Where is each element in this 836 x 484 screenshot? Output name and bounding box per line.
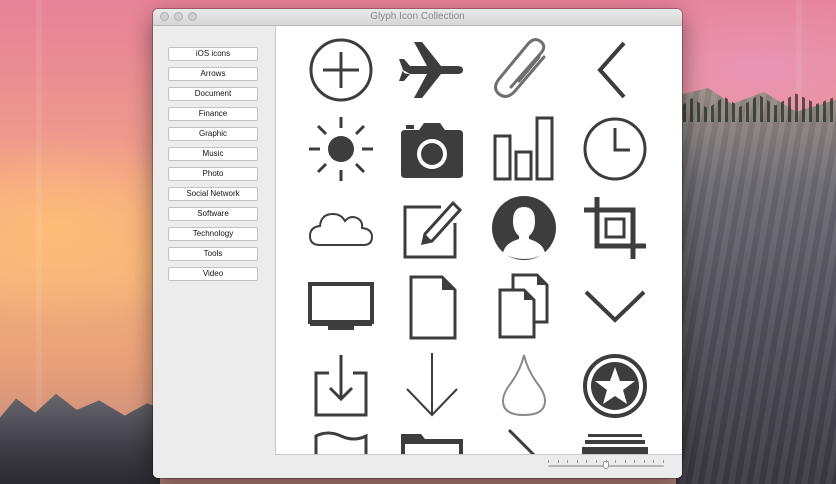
documents-icon[interactable]: [489, 272, 559, 342]
zoom-slider-tick: [567, 460, 568, 463]
window-title: Glyph Icon Collection: [370, 11, 465, 22]
zoom-slider-tick: [548, 460, 549, 463]
download-tray-icon[interactable]: [306, 351, 376, 421]
zoom-slider-tick: [577, 460, 578, 463]
app-window: Glyph Icon Collection iOS icons Arrows D…: [153, 9, 682, 478]
category-social-network-button[interactable]: Social Network: [168, 187, 258, 201]
monitor-icon[interactable]: [306, 272, 376, 342]
mountain-right: [676, 88, 836, 484]
zoom-slider-tick: [615, 460, 616, 463]
line-icon[interactable]: [489, 426, 559, 454]
zoom-slider-tick: [606, 460, 607, 463]
plus-circle-icon[interactable]: [306, 35, 376, 105]
category-video-button[interactable]: Video: [168, 267, 258, 281]
category-technology-button[interactable]: Technology: [168, 227, 258, 241]
category-ios-icons-button[interactable]: iOS icons: [168, 47, 258, 61]
star-badge-icon[interactable]: [580, 351, 650, 421]
category-document-button[interactable]: Document: [168, 87, 258, 101]
zoom-slider[interactable]: [548, 460, 664, 469]
arrow-down-icon[interactable]: [397, 351, 467, 421]
drop-icon[interactable]: [489, 351, 559, 421]
document-icon[interactable]: [397, 272, 467, 342]
crop-icon[interactable]: [580, 193, 650, 263]
user-avatar-icon[interactable]: [489, 193, 559, 263]
category-sidebar: iOS icons Arrows Document Finance Graphi…: [153, 26, 275, 478]
airplane-icon[interactable]: [397, 35, 467, 105]
title-bar[interactable]: Glyph Icon Collection: [153, 9, 682, 26]
stack-icon[interactable]: [580, 426, 650, 454]
zoom-slider-tick: [558, 460, 559, 463]
sun-icon[interactable]: [306, 114, 376, 184]
zoom-slider-tick: [653, 460, 654, 463]
flag-icon[interactable]: [306, 426, 376, 454]
zoom-slider-tick: [625, 460, 626, 463]
cloud-icon[interactable]: [306, 193, 376, 263]
zoom-slider-tick: [634, 460, 635, 463]
category-tools-button[interactable]: Tools: [168, 247, 258, 261]
chevron-down-icon[interactable]: [580, 272, 650, 342]
zoom-slider-tick: [663, 460, 664, 463]
zoom-slider-tick: [586, 460, 587, 463]
paperclip-icon[interactable]: [489, 35, 559, 105]
category-graphic-button[interactable]: Graphic: [168, 127, 258, 141]
category-arrows-button[interactable]: Arrows: [168, 67, 258, 81]
edit-icon[interactable]: [397, 193, 467, 263]
chevron-left-icon[interactable]: [580, 35, 650, 105]
zoom-slider-tick: [596, 460, 597, 463]
camera-icon[interactable]: [397, 114, 467, 184]
icon-grid: [275, 26, 682, 455]
bar-chart-icon[interactable]: [489, 114, 559, 184]
clock-icon[interactable]: [580, 114, 650, 184]
category-photo-button[interactable]: Photo: [168, 167, 258, 181]
category-finance-button[interactable]: Finance: [168, 107, 258, 121]
bottom-bar: [275, 455, 682, 478]
folder-icon[interactable]: [397, 426, 467, 454]
category-software-button[interactable]: Software: [168, 207, 258, 221]
zoom-slider-tick: [644, 460, 645, 463]
category-music-button[interactable]: Music: [168, 147, 258, 161]
